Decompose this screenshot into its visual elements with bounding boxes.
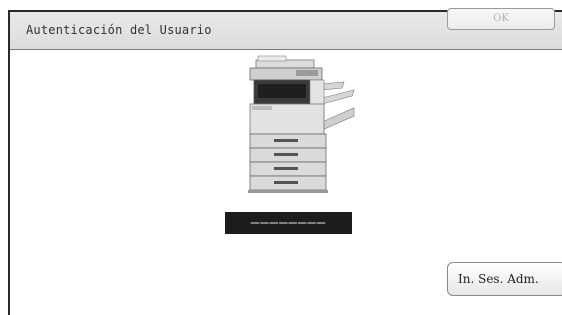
printer-image bbox=[248, 55, 355, 193]
ok-button[interactable]: OK bbox=[447, 8, 555, 30]
admin-login-button[interactable]: In. Ses. Adm. bbox=[447, 262, 562, 296]
dialog-title: Autenticación del Usuario bbox=[26, 23, 212, 37]
user-code-display[interactable]: –––––––– bbox=[225, 212, 352, 234]
